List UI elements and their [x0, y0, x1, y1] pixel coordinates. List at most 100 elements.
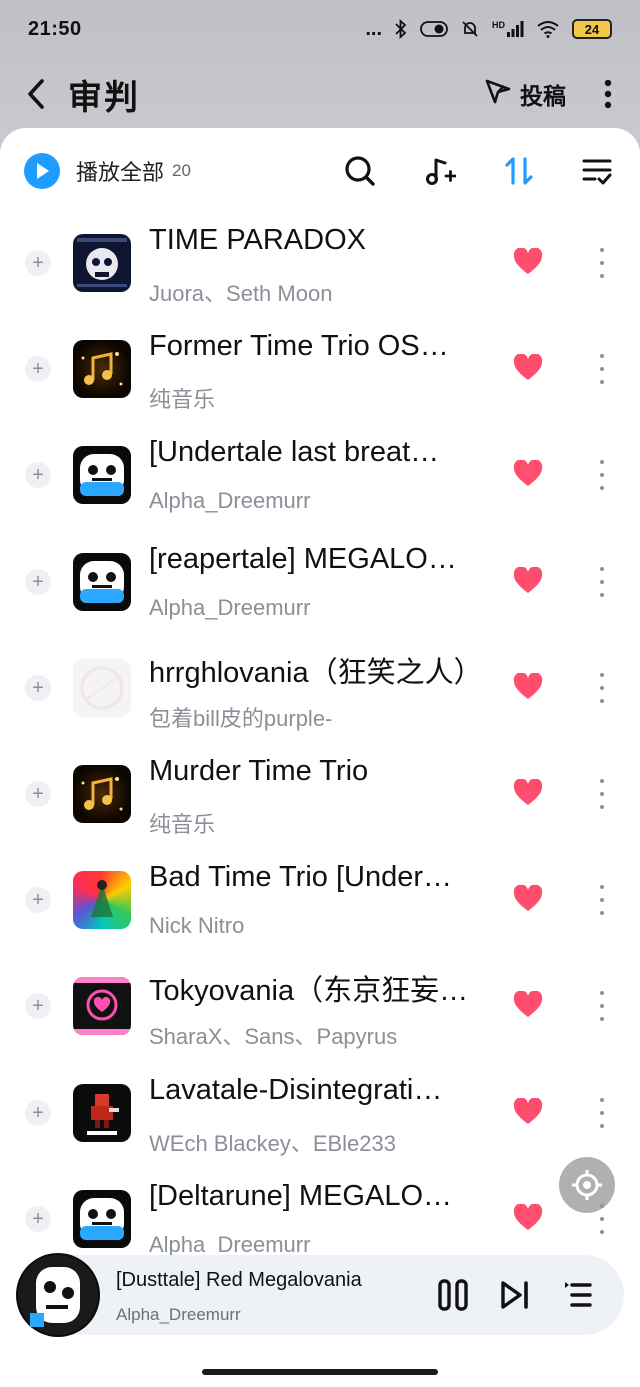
plus-icon[interactable]: +	[25, 250, 51, 276]
status-bar: 21:50 ... HD 24	[0, 0, 640, 58]
song-row[interactable]: + hrrghlovania（狂笑之人） 包着bill皮的purple-	[0, 637, 640, 743]
mini-player[interactable]: [Dusttale] Red Megalovania Alpha_Dreemur…	[16, 1253, 624, 1337]
heart-icon[interactable]	[513, 459, 543, 488]
sans-skull-cover	[73, 552, 131, 611]
contribute-button[interactable]: 投稿	[484, 77, 566, 111]
play-all-count: 20	[172, 161, 191, 180]
now-playing-title: [Dusttale] Red Megalovania	[116, 1269, 362, 1291]
pause-icon[interactable]	[438, 1279, 468, 1316]
song-artist: Alpha_Dreemurr	[149, 1231, 311, 1257]
wifi-icon	[536, 20, 560, 38]
sans-skull-cover	[73, 446, 131, 505]
blank-cover	[73, 658, 131, 717]
home-indicator	[202, 1369, 438, 1375]
song-artist: Nick Nitro	[149, 913, 245, 939]
status-dots: ...	[365, 17, 382, 40]
plus-icon[interactable]: +	[25, 1205, 51, 1232]
mute-bell-icon	[460, 19, 480, 39]
song-row[interactable]: + Lavatale-Disintegrati… WEch Blackey、EB…	[0, 1062, 640, 1168]
song-title: Tokyovania（东京狂妄…	[149, 975, 469, 1008]
more-vertical-icon[interactable]	[596, 1097, 608, 1128]
song-row[interactable]: + Bad Time Trio [Under… Nick Nitro	[0, 849, 640, 955]
page-title: 审判	[68, 78, 140, 117]
target-icon[interactable]	[559, 1157, 615, 1213]
status-icons: ... HD 24	[365, 18, 612, 41]
plus-icon[interactable]: +	[25, 462, 51, 489]
plus-icon[interactable]: +	[25, 1099, 51, 1126]
song-title: [Undertale last breat…	[149, 436, 440, 469]
song-artist: WEch Blackey、EBle233	[149, 1130, 396, 1156]
battery-icon: 24	[572, 19, 612, 39]
back-arrow-icon[interactable]	[22, 74, 50, 114]
send-icon	[484, 77, 512, 111]
more-vertical-icon[interactable]	[596, 778, 608, 809]
song-row[interactable]: + [reapertale] MEGALO… Alpha_Dreemurr	[0, 531, 640, 637]
song-artist: Juora、Seth Moon	[149, 281, 333, 306]
plus-icon[interactable]: +	[25, 568, 51, 595]
song-title: Former Time Trio OS…	[149, 330, 449, 363]
song-title: [Deltarune] MEGALO…	[149, 1179, 452, 1212]
more-vertical-icon[interactable]	[596, 672, 608, 703]
signal-icon: HD	[492, 20, 524, 38]
heart-icon[interactable]	[513, 1203, 543, 1232]
song-row[interactable]: + Former Time Trio OS… 纯音乐	[0, 318, 640, 424]
more-vertical-icon[interactable]	[596, 885, 608, 916]
more-vertical-icon[interactable]	[596, 248, 608, 278]
now-playing-artist: Alpha_Dreemurr	[116, 1305, 241, 1324]
song-row[interactable]: + Tokyovania（东京狂妄… SharaX、Sans、Papyrus	[0, 955, 640, 1061]
golden-notes-cover	[73, 340, 131, 399]
heart-icon[interactable]	[513, 565, 543, 595]
plus-icon[interactable]: +	[25, 780, 51, 807]
song-title: hrrghlovania（狂笑之人）	[149, 656, 483, 689]
heart-icon[interactable]	[513, 353, 543, 382]
plus-icon[interactable]: +	[25, 887, 51, 914]
song-title: Bad Time Trio [Under…	[149, 861, 452, 894]
song-artist: 纯音乐	[149, 387, 216, 413]
song-row[interactable]: + [Undertale last breat… Alpha_Dreemurr	[0, 424, 640, 530]
song-list: + TIME PARADOX Juora、Seth Moon + Former …	[0, 212, 640, 1274]
song-title: Murder Time Trio	[149, 754, 369, 787]
more-vertical-icon[interactable]	[596, 354, 608, 385]
skull-cover	[73, 234, 131, 292]
rainbow-cover	[73, 871, 131, 930]
now-playing-cover[interactable]	[16, 1253, 100, 1337]
golden-notes-cover	[73, 764, 131, 823]
multi-select-icon[interactable]	[582, 156, 612, 186]
heart-icon[interactable]	[513, 990, 543, 1019]
network-label: HD	[492, 20, 505, 30]
toggle-icon	[420, 20, 448, 38]
sans-skull-cover	[73, 1189, 131, 1248]
heart-icon[interactable]	[513, 884, 543, 913]
list-toolbar: 播放全部 20	[0, 148, 640, 194]
add-music-icon[interactable]	[424, 155, 456, 187]
more-vertical-icon[interactable]	[596, 991, 608, 1022]
song-artist: SharaX、Sans、Papyrus	[149, 1024, 398, 1050]
more-vertical-icon[interactable]	[596, 460, 608, 491]
plus-icon[interactable]: +	[25, 993, 51, 1020]
play-icon[interactable]	[24, 153, 60, 189]
status-time: 21:50	[28, 17, 82, 40]
pink-heart-cover	[73, 977, 131, 1036]
song-artist: Alpha_Dreemurr	[149, 488, 311, 514]
song-title: TIME PARADOX	[149, 224, 366, 256]
song-row[interactable]: + Murder Time Trio 纯音乐	[0, 743, 640, 849]
song-title: [reapertale] MEGALO…	[149, 542, 457, 575]
song-artist: 纯音乐	[149, 811, 216, 837]
next-track-icon[interactable]	[500, 1279, 530, 1316]
heart-icon[interactable]	[513, 778, 543, 807]
heart-icon[interactable]	[513, 247, 543, 276]
ent-cover	[73, 1083, 131, 1142]
bluetooth-icon	[394, 19, 408, 39]
plus-icon[interactable]: +	[25, 674, 51, 701]
plus-icon[interactable]: +	[25, 356, 51, 383]
search-icon[interactable]	[344, 155, 376, 187]
sort-icon[interactable]	[504, 155, 534, 187]
more-vertical-icon[interactable]	[596, 566, 608, 597]
heart-icon[interactable]	[513, 1096, 543, 1126]
play-all-label[interactable]: 播放全部	[76, 155, 164, 187]
heart-icon[interactable]	[513, 672, 543, 701]
song-list-sheet: 播放全部 20 + TIME PARADOX Juora、Seth Moon +…	[0, 128, 640, 1387]
more-vertical-icon[interactable]	[598, 74, 618, 114]
song-row[interactable]: + TIME PARADOX Juora、Seth Moon	[0, 212, 640, 318]
queue-icon[interactable]	[564, 1279, 592, 1316]
